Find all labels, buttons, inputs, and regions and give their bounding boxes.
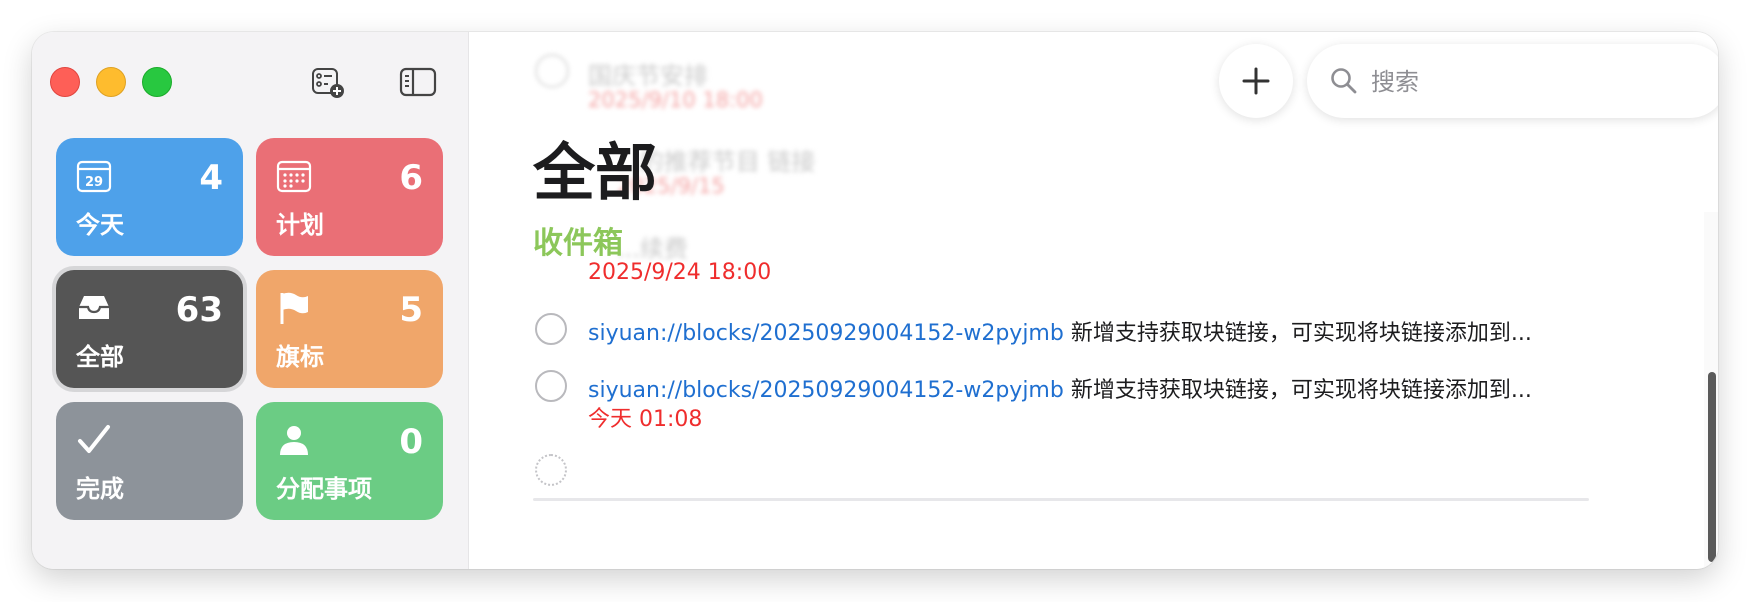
list-add-icon <box>312 68 344 98</box>
task-description: 新增支持获取块链接，可实现将块链接添加到... <box>1070 378 1532 403</box>
zoom-window-button[interactable] <box>142 67 172 97</box>
task-description: 新增支持获取块链接，可实现将块链接添加到... <box>1070 321 1532 346</box>
flagged-count: 5 <box>399 290 423 330</box>
flag-icon <box>274 288 314 328</box>
main-content: 国庆节安排 2025/9/10 18:00 ...的推荐节目 链接 2025/9… <box>469 32 1718 569</box>
smart-list-flagged[interactable]: 5 旗标 <box>256 270 443 388</box>
calendar-today-icon: 29 <box>74 156 114 196</box>
all-count: 63 <box>175 290 223 330</box>
task-date: 今天 01:08 <box>588 407 703 432</box>
assigned-label: 分配事项 <box>276 475 372 503</box>
task-title[interactable]: siyuan://blocks/20250929004152-w2pyjmb 新… <box>588 372 1598 404</box>
background-task-circle <box>535 54 569 88</box>
smart-list-scheduled[interactable]: 6 计划 <box>256 138 443 256</box>
section-header-inbox: 收件箱 <box>533 226 623 261</box>
scheduled-label: 计划 <box>276 211 324 239</box>
checkmark-icon <box>74 420 114 460</box>
task-link[interactable]: siyuan://blocks/20250929004152-w2pyjmb <box>588 321 1064 346</box>
sidebar-icon <box>399 67 437 97</box>
new-list-button[interactable] <box>308 62 348 102</box>
close-window-button[interactable] <box>50 67 80 97</box>
background-task-text: ...续费 <box>617 235 688 263</box>
task-date: 2025/9/24 18:00 <box>588 260 772 285</box>
calendar-day-number: 29 <box>85 175 103 190</box>
tray-icon <box>74 288 114 328</box>
task-complete-checkbox[interactable] <box>535 370 567 402</box>
today-label: 今天 <box>76 211 124 239</box>
search-field[interactable] <box>1307 44 1718 118</box>
flagged-label: 旗标 <box>276 343 324 371</box>
sidebar: 29 4 今天 6 计划 63 全部 5 旗标 完成 0 分配事项 <box>32 32 469 569</box>
task-title[interactable]: siyuan://blocks/20250929004152-w2pyjmb 新… <box>588 315 1598 347</box>
toggle-sidebar-button[interactable] <box>398 62 438 102</box>
background-task-text: 国庆节安排 <box>588 62 708 90</box>
calendar-grid-icon <box>274 156 314 196</box>
plus-icon <box>1242 67 1270 95</box>
task-link[interactable]: siyuan://blocks/20250929004152-w2pyjmb <box>588 378 1064 403</box>
person-icon <box>274 420 314 460</box>
completed-label: 完成 <box>76 475 124 503</box>
search-input[interactable] <box>1369 62 1713 102</box>
reminders-window: 29 4 今天 6 计划 63 全部 5 旗标 完成 0 分配事项 国庆节安排 … <box>32 32 1718 569</box>
task-complete-checkbox[interactable] <box>535 313 567 345</box>
smart-list-completed[interactable]: 完成 <box>56 402 243 520</box>
today-count: 4 <box>199 158 223 198</box>
page-title: 全部 <box>533 136 658 209</box>
all-label: 全部 <box>76 343 124 371</box>
assigned-count: 0 <box>399 422 423 462</box>
background-task-date: 2025/9/10 18:00 <box>588 88 763 112</box>
minimize-window-button[interactable] <box>96 67 126 97</box>
new-task-circle[interactable] <box>535 454 567 486</box>
smart-list-all[interactable]: 63 全部 <box>56 270 243 388</box>
smart-list-today[interactable]: 29 4 今天 <box>56 138 243 256</box>
smart-list-assigned[interactable]: 0 分配事项 <box>256 402 443 520</box>
scheduled-count: 6 <box>399 158 423 198</box>
list-divider <box>533 498 1589 501</box>
add-reminder-button[interactable] <box>1219 44 1293 118</box>
scrollbar-thumb[interactable] <box>1708 372 1716 562</box>
search-icon <box>1331 68 1357 94</box>
